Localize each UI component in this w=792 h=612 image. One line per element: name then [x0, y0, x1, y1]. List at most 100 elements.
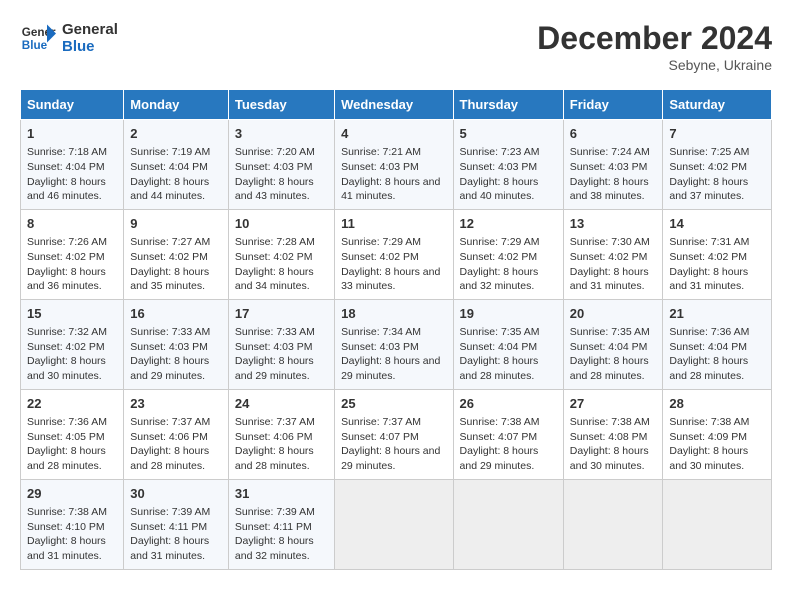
col-header-tuesday: Tuesday: [228, 90, 334, 120]
col-header-monday: Monday: [124, 90, 229, 120]
day-info: Daylight: 8 hours and 35 minutes.: [130, 265, 222, 294]
day-number: 15: [27, 305, 117, 323]
day-info: Sunrise: 7:25 AM: [669, 145, 765, 160]
day-number: 25: [341, 395, 446, 413]
calendar-cell: 31Sunrise: 7:39 AMSunset: 4:11 PMDayligh…: [228, 479, 334, 569]
day-info: Sunset: 4:03 PM: [235, 340, 328, 355]
calendar-cell: 23Sunrise: 7:37 AMSunset: 4:06 PMDayligh…: [124, 389, 229, 479]
day-info: Daylight: 8 hours and 33 minutes.: [341, 265, 446, 294]
day-info: Sunrise: 7:19 AM: [130, 145, 222, 160]
day-number: 30: [130, 485, 222, 503]
day-info: Daylight: 8 hours and 28 minutes.: [130, 444, 222, 473]
day-info: Daylight: 8 hours and 31 minutes.: [669, 265, 765, 294]
day-info: Sunset: 4:11 PM: [130, 520, 222, 535]
day-info: Sunrise: 7:27 AM: [130, 235, 222, 250]
day-info: Sunset: 4:07 PM: [341, 430, 446, 445]
day-info: Daylight: 8 hours and 36 minutes.: [27, 265, 117, 294]
day-info: Daylight: 8 hours and 32 minutes.: [235, 534, 328, 563]
calendar-week-4: 22Sunrise: 7:36 AMSunset: 4:05 PMDayligh…: [21, 389, 772, 479]
day-info: Sunrise: 7:34 AM: [341, 325, 446, 340]
calendar-cell: 26Sunrise: 7:38 AMSunset: 4:07 PMDayligh…: [453, 389, 563, 479]
day-info: Daylight: 8 hours and 29 minutes.: [235, 354, 328, 383]
day-number: 9: [130, 215, 222, 233]
day-info: Sunset: 4:10 PM: [27, 520, 117, 535]
day-info: Daylight: 8 hours and 28 minutes.: [27, 444, 117, 473]
calendar-cell: 16Sunrise: 7:33 AMSunset: 4:03 PMDayligh…: [124, 299, 229, 389]
day-number: 14: [669, 215, 765, 233]
calendar-cell: 8Sunrise: 7:26 AMSunset: 4:02 PMDaylight…: [21, 209, 124, 299]
calendar-cell: [335, 479, 453, 569]
day-info: Sunrise: 7:23 AM: [460, 145, 557, 160]
day-info: Daylight: 8 hours and 28 minutes.: [235, 444, 328, 473]
day-info: Sunrise: 7:33 AM: [130, 325, 222, 340]
col-header-sunday: Sunday: [21, 90, 124, 120]
day-info: Sunrise: 7:38 AM: [460, 415, 557, 430]
day-info: Sunrise: 7:29 AM: [341, 235, 446, 250]
day-info: Sunset: 4:04 PM: [27, 160, 117, 175]
calendar-cell: 5Sunrise: 7:23 AMSunset: 4:03 PMDaylight…: [453, 120, 563, 210]
location-subtitle: Sebyne, Ukraine: [537, 57, 772, 73]
day-info: Sunrise: 7:39 AM: [130, 505, 222, 520]
day-info: Sunrise: 7:26 AM: [27, 235, 117, 250]
day-info: Daylight: 8 hours and 31 minutes.: [570, 265, 657, 294]
day-info: Sunrise: 7:35 AM: [460, 325, 557, 340]
day-info: Sunset: 4:02 PM: [669, 250, 765, 265]
day-info: Daylight: 8 hours and 46 minutes.: [27, 175, 117, 204]
day-number: 2: [130, 125, 222, 143]
day-info: Sunrise: 7:28 AM: [235, 235, 328, 250]
day-info: Sunset: 4:06 PM: [235, 430, 328, 445]
day-info: Sunrise: 7:38 AM: [570, 415, 657, 430]
day-info: Sunset: 4:07 PM: [460, 430, 557, 445]
calendar-cell: 18Sunrise: 7:34 AMSunset: 4:03 PMDayligh…: [335, 299, 453, 389]
svg-text:Blue: Blue: [22, 39, 48, 52]
day-number: 5: [460, 125, 557, 143]
day-info: Daylight: 8 hours and 43 minutes.: [235, 175, 328, 204]
day-info: Sunset: 4:04 PM: [460, 340, 557, 355]
calendar-cell: 29Sunrise: 7:38 AMSunset: 4:10 PMDayligh…: [21, 479, 124, 569]
day-info: Sunset: 4:03 PM: [341, 160, 446, 175]
day-info: Sunset: 4:02 PM: [130, 250, 222, 265]
calendar-cell: [663, 479, 772, 569]
logo-icon: General Blue: [20, 20, 56, 56]
day-number: 29: [27, 485, 117, 503]
calendar-cell: 1Sunrise: 7:18 AMSunset: 4:04 PMDaylight…: [21, 120, 124, 210]
page-header: General Blue General Blue December 2024 …: [20, 20, 772, 73]
day-info: Daylight: 8 hours and 30 minutes.: [27, 354, 117, 383]
day-info: Sunset: 4:02 PM: [570, 250, 657, 265]
col-header-friday: Friday: [563, 90, 663, 120]
day-info: Daylight: 8 hours and 44 minutes.: [130, 175, 222, 204]
calendar-body: 1Sunrise: 7:18 AMSunset: 4:04 PMDaylight…: [21, 120, 772, 570]
day-info: Daylight: 8 hours and 28 minutes.: [460, 354, 557, 383]
calendar-cell: 25 Sunrise: 7:37 AMSunset: 4:07 PMDayligh…: [335, 389, 453, 479]
day-info: Sunset: 4:03 PM: [235, 160, 328, 175]
day-info: Sunset: 4:02 PM: [235, 250, 328, 265]
day-info: Daylight: 8 hours and 28 minutes.: [669, 354, 765, 383]
calendar-cell: 30Sunrise: 7:39 AMSunset: 4:11 PMDayligh…: [124, 479, 229, 569]
calendar-header-row: SundayMondayTuesdayWednesdayThursdayFrid…: [21, 90, 772, 120]
day-info: Sunset: 4:02 PM: [27, 340, 117, 355]
day-info: Sunset: 4:04 PM: [570, 340, 657, 355]
day-number: 17: [235, 305, 328, 323]
calendar-week-3: 15Sunrise: 7:32 AMSunset: 4:02 PMDayligh…: [21, 299, 772, 389]
day-number: 23: [130, 395, 222, 413]
day-info: Daylight: 8 hours and 30 minutes.: [570, 444, 657, 473]
calendar-week-2: 8Sunrise: 7:26 AMSunset: 4:02 PMDaylight…: [21, 209, 772, 299]
logo-blue: Blue: [62, 38, 118, 55]
day-info: Sunrise: 7:36 AM: [669, 325, 765, 340]
calendar-cell: 4Sunrise: 7:21 AMSunset: 4:03 PMDaylight…: [335, 120, 453, 210]
day-number: 3: [235, 125, 328, 143]
calendar-cell: 7Sunrise: 7:25 AMSunset: 4:02 PMDaylight…: [663, 120, 772, 210]
logo: General Blue General Blue: [20, 20, 118, 56]
day-info: Sunrise: 7:37 AM: [341, 415, 446, 430]
day-info: Sunrise: 7:32 AM: [27, 325, 117, 340]
calendar-cell: [563, 479, 663, 569]
title-block: December 2024 Sebyne, Ukraine: [537, 20, 772, 73]
day-info: Daylight: 8 hours and 29 minutes.: [341, 444, 446, 473]
day-number: 12: [460, 215, 557, 233]
day-info: Sunrise: 7:33 AM: [235, 325, 328, 340]
calendar-cell: 20Sunrise: 7:35 AMSunset: 4:04 PMDayligh…: [563, 299, 663, 389]
day-info: Sunrise: 7:18 AM: [27, 145, 117, 160]
day-info: Daylight: 8 hours and 29 minutes.: [341, 354, 446, 383]
calendar-cell: 9 Sunrise: 7:27 AMSunset: 4:02 PMDaylight…: [124, 209, 229, 299]
calendar-cell: 24Sunrise: 7:37 AMSunset: 4:06 PMDayligh…: [228, 389, 334, 479]
